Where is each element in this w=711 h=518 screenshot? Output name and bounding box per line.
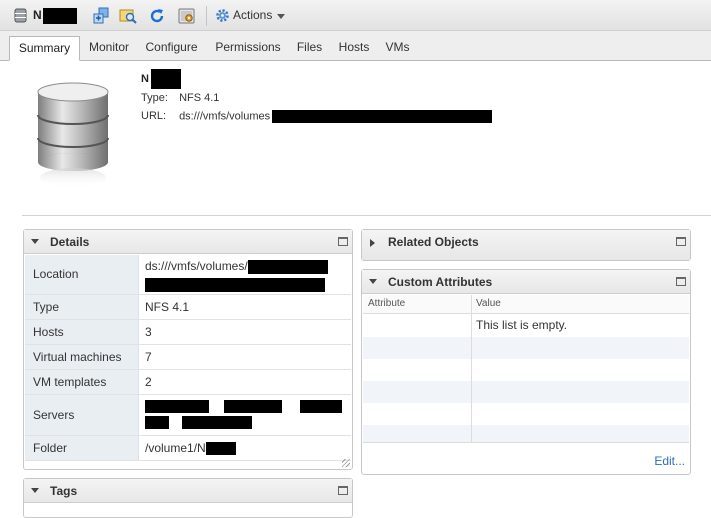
browse-files-icon[interactable] [119,7,137,25]
details-row-virtual-machines: Virtual machines 7 [25,345,351,370]
grid-row [363,359,689,381]
header-url-label: URL: [141,110,167,123]
details-row-folder: Folder /volume1/N [25,436,351,461]
datastore-small-icon [14,8,27,26]
datastore-name-prefix: N [141,72,149,85]
row-label: Hosts [33,325,64,339]
gear-icon [215,8,230,23]
row-value: /volume1/N [145,441,236,456]
header-type-label: Type: [141,92,168,104]
details-title: Details [50,235,90,249]
maximize-icon[interactable] [338,237,348,246]
custom-attributes-title: Custom Attributes [388,275,493,289]
row-label: Location [33,267,79,281]
row-value: 3 [145,325,152,339]
tags-title: Tags [50,484,78,498]
header-url-value: ds:///vmfs/volumes [179,110,271,123]
object-name: N [33,8,77,24]
redacted-folder [205,442,236,456]
tab-hosts[interactable]: Hosts [333,36,375,61]
redacted-name [150,69,181,89]
redacted-location [247,259,328,274]
expand-icon[interactable] [370,239,375,247]
row-value: NFS 4.1 [145,300,190,314]
resize-handle[interactable] [342,459,350,467]
column-header-attribute[interactable]: Attribute [368,298,405,309]
tags-header[interactable]: Tags [24,479,352,503]
redacted-server [182,416,253,430]
custom-attributes-portlet: Custom Attributes Attribute Value This l… [361,269,691,475]
object-titlebar: N Actions [0,0,711,31]
row-value: ds:///vmfs/volumes/ [145,259,328,292]
new-vm-icon[interactable] [92,7,110,25]
row-value: 2 [145,375,152,389]
details-row-vm-templates: VM templates 2 [25,370,351,395]
row-label: Folder [33,441,68,455]
tab-files[interactable]: Files [292,36,327,61]
redacted-server [145,400,209,414]
maximize-icon[interactable] [676,237,686,246]
header-divider [22,215,711,216]
grid-row [363,337,689,359]
header-type-value: NFS 4.1 [179,92,220,104]
row-value: 7 [145,350,152,364]
refresh-icon[interactable] [148,7,166,25]
datastore-icon [34,82,112,197]
grid-row [363,425,689,442]
redacted-url [272,110,493,123]
tab-monitor[interactable]: Monitor [83,36,135,61]
settings-icon[interactable] [178,7,196,25]
datastore-name: N [141,69,181,89]
details-row-location: Location ds:///vmfs/volumes/ [25,255,351,295]
attributes-grid-header: Attribute Value [363,295,689,314]
grid-row: This list is empty. [363,315,689,337]
collapse-icon[interactable] [31,239,39,244]
collapse-icon[interactable] [31,488,39,493]
redacted-server [224,400,283,414]
redacted-server [299,400,342,414]
toolbar-separator [206,6,207,26]
row-label: VM templates [33,375,107,389]
related-objects-portlet: Related Objects [361,229,691,261]
maximize-icon[interactable] [338,486,348,495]
grid-row [363,403,689,425]
tab-vms[interactable]: VMs [380,36,415,61]
details-header[interactable]: Details [24,230,352,254]
row-label: Virtual machines [33,350,122,364]
edit-attributes-link[interactable]: Edit... [654,454,685,468]
details-row-type: Type NFS 4.1 [25,295,351,320]
actions-label: Actions [233,8,273,22]
object-name-prefix: N [33,8,42,23]
related-objects-header[interactable]: Related Objects [362,230,690,260]
tab-summary[interactable]: Summary [9,36,80,61]
chevron-down-icon [277,13,286,19]
redacted-location [145,277,325,292]
empty-list-message: This list is empty. [476,318,568,332]
header-type-row: Type: NFS 4.1 [141,92,219,104]
maximize-icon[interactable] [676,277,686,286]
actions-menu-button[interactable]: Actions [215,6,286,24]
header-url-row: URL: ds:///vmfs/volumes [141,110,493,123]
grid-row [363,381,689,403]
object-tabs: Summary Monitor Configure Permissions Fi… [0,31,711,61]
related-objects-title: Related Objects [388,235,479,249]
grid-bottom-border [363,442,689,443]
row-label: Type [33,300,60,314]
details-row-hosts: Hosts 3 [25,320,351,345]
custom-attributes-header[interactable]: Custom Attributes [362,270,690,294]
row-label: Servers [33,408,75,422]
redacted-server [145,416,169,430]
redacted-name [42,8,77,24]
tab-configure[interactable]: Configure [140,36,203,61]
tags-portlet: Tags [23,478,353,518]
collapse-icon[interactable] [369,279,377,284]
row-value [145,399,342,430]
details-row-servers: Servers [25,395,351,436]
tab-permissions[interactable]: Permissions [208,36,288,61]
column-header-value[interactable]: Value [476,298,501,309]
details-portlet: Details Location ds:///vmfs/volumes/ Typ… [23,229,353,470]
column-divider [471,295,472,442]
